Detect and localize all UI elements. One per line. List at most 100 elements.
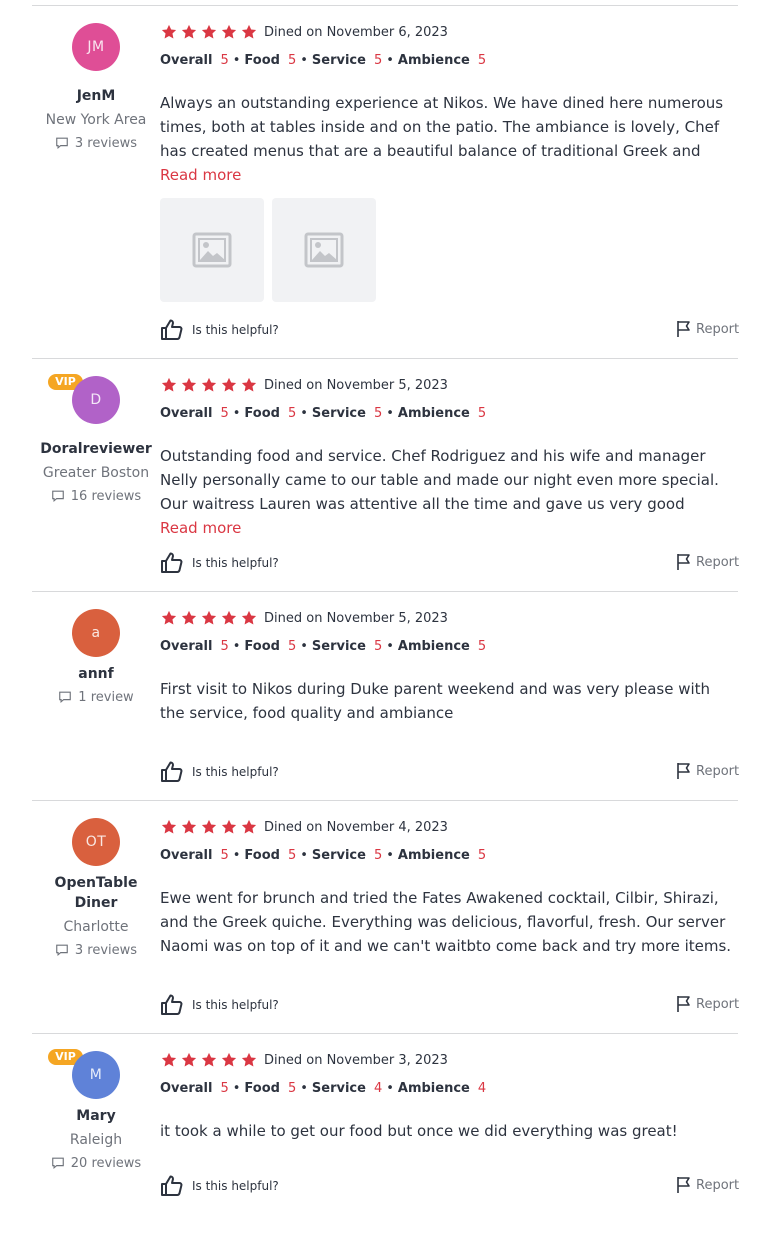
comment-icon	[55, 943, 75, 958]
reviewer-location: Charlotte	[63, 919, 129, 935]
rating-breakdown: Overall 5 • Food 5 • Service 5 • Ambience 5	[160, 846, 490, 866]
reviewer-location: Greater Boston	[42, 465, 150, 481]
reviewer-name[interactable]: Mary	[32, 1106, 160, 1126]
report-button[interactable]: Report	[676, 318, 739, 342]
review-card: VIP M Mary Raleigh 20 reviews Dined on Novemb…	[32, 1034, 740, 1234]
star-icon	[220, 610, 240, 631]
review-photo[interactable]	[272, 198, 376, 302]
service-value: 5	[373, 53, 383, 68]
report-button[interactable]: Report	[676, 1174, 740, 1198]
star-icon	[240, 24, 260, 45]
food-value: 5	[287, 848, 297, 863]
rating-breakdown: Overall 5 • Food 5 • Service 5 • Ambience 5	[160, 637, 490, 657]
dined-date: Dined on November 3, 2023	[264, 1053, 448, 1068]
star-rating	[160, 818, 260, 836]
food-label: Food	[244, 406, 280, 421]
separator: •	[300, 53, 308, 68]
helpful-button[interactable]: Is this helpful?	[160, 760, 360, 784]
avatar[interactable]: OT	[72, 818, 120, 866]
overall-value: 5	[220, 639, 229, 654]
report-label: Report	[696, 1178, 740, 1193]
read-more-link[interactable]: Read more	[160, 163, 241, 187]
star-rating	[160, 23, 260, 41]
review-card: OT OpenTable Diner Charlotte 3 reviews Dined…	[32, 801, 739, 1034]
report-button[interactable]: Report	[676, 760, 740, 784]
reviewer-location: Raleigh	[69, 1132, 123, 1148]
star-icon	[160, 819, 180, 840]
separator: •	[300, 639, 308, 654]
avatar[interactable]: JM	[72, 23, 120, 71]
ambience-label: Ambience	[397, 639, 470, 654]
dined-date: Dined on November 5, 2023	[264, 378, 448, 393]
star-icon	[200, 819, 220, 840]
ambience-value: 5	[477, 406, 487, 421]
star-icon	[180, 1052, 200, 1073]
food-value: 5	[287, 406, 297, 421]
separator: •	[386, 1081, 394, 1096]
review-content: Dined on November 4, 2023 Overall 5 • Food 5 •…	[160, 801, 739, 1033]
star-icon	[200, 24, 220, 45]
overall-label: Overall	[160, 639, 213, 654]
review-card: VIP D Doralreviewer Greater Boston 16 review…	[32, 359, 739, 592]
avatar[interactable]: a	[72, 609, 120, 657]
star-icon	[180, 377, 200, 398]
star-icon	[180, 24, 200, 45]
separator: •	[386, 53, 394, 68]
service-label: Service	[311, 406, 366, 421]
rating-breakdown: Overall 5 • Food 5 • Service 4 • Ambience 4	[160, 1079, 490, 1099]
helpful-button[interactable]: Is this helpful?	[160, 993, 360, 1017]
star-icon	[160, 610, 180, 631]
helpful-button[interactable]: Is this helpful?	[160, 551, 360, 575]
read-more-link[interactable]: Read more	[160, 516, 241, 540]
food-label: Food	[244, 1081, 280, 1096]
star-icon	[160, 24, 180, 45]
review-text: it took a while to get our food but once…	[160, 1122, 678, 1140]
reviewer-review-count: 20 reviews	[32, 1154, 160, 1174]
reviewer-name[interactable]: annf	[32, 664, 160, 684]
dined-date: Dined on November 5, 2023	[264, 611, 448, 626]
report-button[interactable]: Report	[676, 551, 739, 575]
reviewer-name[interactable]: JenM	[32, 86, 160, 106]
helpful-button[interactable]: Is this helpful?	[160, 1174, 360, 1198]
avatar[interactable]: M	[72, 1051, 120, 1099]
service-label: Service	[311, 53, 366, 68]
comment-icon	[51, 1156, 71, 1171]
reviewer-name[interactable]: OpenTable Diner	[32, 873, 160, 913]
report-button[interactable]: Report	[676, 993, 739, 1017]
helpful-label: Is this helpful?	[192, 998, 279, 1012]
dined-date: Dined on November 4, 2023	[264, 820, 448, 835]
ambience-value: 5	[477, 848, 487, 863]
rating-breakdown: Overall 5 • Food 5 • Service 5 • Ambience 5	[160, 404, 490, 424]
report-label: Report	[696, 764, 740, 779]
review-content: Dined on November 5, 2023 Overall 5 • Food 5 •…	[160, 359, 739, 591]
star-icon	[240, 377, 260, 398]
ambience-label: Ambience	[397, 848, 470, 863]
review-count-label: 3 reviews	[74, 136, 138, 151]
review-card: JM JenM New York Area 3 reviews Dined on Nov…	[32, 6, 739, 359]
separator: •	[300, 1081, 308, 1096]
ambience-label: Ambience	[397, 1081, 470, 1096]
reviewer-review-count: 1 review	[32, 688, 160, 708]
service-label: Service	[311, 848, 366, 863]
separator: •	[300, 406, 308, 421]
separator: •	[386, 848, 394, 863]
overall-value: 5	[220, 406, 229, 421]
star-icon	[240, 819, 260, 840]
review-content: Dined on November 5, 2023 Overall 5 • Food 5 •…	[160, 592, 740, 800]
helpful-button[interactable]: Is this helpful?	[160, 318, 360, 342]
review-photo[interactable]	[160, 198, 264, 302]
reviewer-name[interactable]: Doralreviewer	[32, 439, 160, 459]
separator: •	[386, 406, 394, 421]
star-icon	[160, 1052, 180, 1073]
avatar[interactable]: D	[72, 376, 120, 424]
separator: •	[386, 639, 394, 654]
separator: •	[300, 848, 308, 863]
food-label: Food	[244, 848, 280, 863]
review-count-label: 16 reviews	[70, 489, 142, 504]
star-icon	[200, 377, 220, 398]
overall-value: 5	[220, 848, 229, 863]
ambience-value: 4	[477, 1081, 487, 1096]
ambience-value: 5	[477, 53, 487, 68]
food-value: 5	[287, 53, 297, 68]
review-text: First visit to Nikos during Duke parent …	[160, 680, 711, 722]
